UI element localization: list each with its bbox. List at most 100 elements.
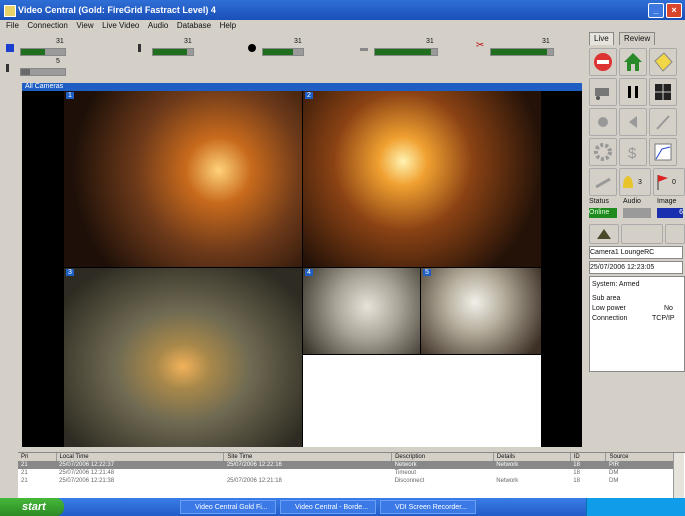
window-title: Video Central (Gold: FireGrid Fastract L…	[18, 5, 216, 15]
info-label: Sub area	[592, 295, 621, 302]
cell: Timeout	[394, 470, 417, 476]
menu-audio[interactable]: Audio	[148, 20, 168, 32]
close-button[interactable]: ×	[666, 3, 682, 18]
datetime-field: 25/07/2006 12:23:05	[589, 261, 683, 274]
menu-connection[interactable]: Connection	[27, 20, 67, 32]
table-row[interactable]: 21 25/07/2006 12:21:48 Timeout 18 DM	[18, 469, 678, 477]
camera-5-view[interactable]: 5	[421, 268, 541, 354]
menu-live-video[interactable]: Live Video	[102, 20, 139, 32]
event-scrollbar[interactable]	[673, 453, 684, 499]
task-screen-recorder[interactable]: VDI Screen Recorder...	[380, 500, 476, 514]
pause-icon[interactable]	[619, 78, 647, 106]
task-video-central-gold[interactable]: Video Central Gold Fi...	[180, 500, 276, 514]
meter-1[interactable]: 31	[6, 38, 76, 60]
minimize-button[interactable]: _	[648, 3, 664, 18]
meter-4[interactable]: 31	[248, 38, 314, 60]
cell: 25/07/2006 12:22:16	[226, 462, 282, 468]
camera-square-icon	[6, 44, 14, 52]
camera-4-view[interactable]: 4	[303, 268, 420, 354]
meter-label: 31	[426, 38, 434, 45]
home-icon[interactable]	[619, 48, 647, 76]
table-header: Pri Local Time Site Time Description Det…	[18, 453, 678, 461]
meter-label: 31	[294, 38, 302, 45]
menu-file[interactable]: File	[6, 20, 19, 32]
meter-5[interactable]: 31	[360, 38, 446, 60]
scissors-icon: ✂	[476, 40, 485, 51]
tab-review[interactable]: Review	[619, 32, 656, 45]
info-label: Connection	[592, 315, 628, 322]
tab-live[interactable]: Live	[589, 32, 614, 45]
camera-move-icon[interactable]	[589, 78, 617, 106]
gear-icon[interactable]	[589, 138, 617, 166]
bell-icon[interactable]: 3	[619, 168, 651, 196]
bar-icon	[138, 44, 141, 52]
bell-count: 3	[638, 179, 642, 186]
camera-select[interactable]: Camera1 LoungeRC	[589, 246, 683, 259]
meter-bar	[152, 48, 194, 56]
col-id[interactable]: ID	[570, 453, 607, 461]
col-description[interactable]: Description	[391, 453, 494, 461]
menu-view[interactable]: View	[76, 20, 93, 32]
meter-bar	[490, 48, 554, 56]
wand-icon[interactable]	[649, 108, 677, 136]
col-local-time[interactable]: Local Time	[56, 453, 225, 461]
meter-fill	[21, 49, 46, 55]
audio-indicator	[623, 208, 651, 218]
cell: 21	[21, 462, 28, 468]
svg-text:$: $	[628, 145, 637, 162]
start-button[interactable]: start	[0, 498, 64, 516]
col-details[interactable]: Details	[493, 453, 571, 461]
image-indicator: 6	[657, 208, 683, 218]
middle-button[interactable]	[621, 224, 663, 244]
start-label: start	[22, 501, 46, 513]
camera-1-view[interactable]: 1	[64, 91, 302, 267]
down-arrow-button[interactable]	[665, 224, 685, 244]
no-entry-icon[interactable]	[589, 48, 617, 76]
meter-bar	[262, 48, 304, 56]
meter-label: 31	[184, 38, 192, 45]
info-value: TCP/IP	[652, 315, 675, 322]
meter-label: 31	[542, 38, 550, 45]
flag-icon[interactable]: 0	[653, 168, 685, 196]
menu-help[interactable]: Help	[220, 20, 236, 32]
dollar-icon[interactable]: $	[619, 138, 647, 166]
table-row[interactable]: 21 25/07/2006 12:22:37 25/07/2006 12:22:…	[18, 461, 678, 469]
meter-label: 31	[56, 38, 64, 45]
note-icon[interactable]	[649, 48, 677, 76]
meter-6[interactable]: ✂ 31	[476, 38, 562, 60]
info-value: No	[664, 305, 673, 312]
menu-bar: File Connection View Live Video Audio Da…	[0, 20, 590, 32]
table-row[interactable]: 21 25/07/2006 12:21:38 25/07/2006 12:21:…	[18, 477, 678, 485]
camera-3-view[interactable]: 3	[64, 268, 302, 447]
col-pri[interactable]: Pri	[18, 453, 57, 461]
cell: Network	[496, 478, 519, 484]
graph-icon[interactable]	[649, 138, 677, 166]
grid-icon[interactable]	[649, 78, 677, 106]
camera-number: 5	[423, 269, 431, 276]
status-label: Status	[589, 198, 609, 205]
meter-2[interactable]: 5	[6, 58, 76, 80]
cell: 25/07/2006 12:21:38	[59, 478, 115, 484]
record-icon[interactable]	[589, 108, 617, 136]
camera-2-view[interactable]: 2	[303, 91, 541, 267]
cell: 25/07/2006 12:21:18	[226, 478, 282, 484]
meter-3[interactable]: 31	[138, 38, 204, 60]
wrench-icon[interactable]	[589, 168, 617, 196]
cell: 18	[573, 462, 580, 468]
back-icon[interactable]	[619, 108, 647, 136]
col-source[interactable]: Source	[605, 453, 678, 461]
info-label: Low power	[592, 305, 626, 312]
camera-grid: 1 2 3 4 5	[22, 91, 582, 447]
meter-fill	[21, 69, 30, 75]
cell: PIR	[608, 462, 619, 468]
flag-count: 0	[672, 179, 676, 186]
meter-label: 5	[56, 58, 60, 65]
col-site-time[interactable]: Site Time	[223, 453, 393, 461]
contrast-icon	[248, 44, 256, 52]
task-video-central-borde[interactable]: Video Central - Borde...	[280, 500, 376, 514]
up-arrow-button[interactable]	[589, 224, 619, 244]
menu-database[interactable]: Database	[177, 20, 211, 32]
cell: DM	[608, 470, 619, 476]
cell: 18	[573, 470, 580, 476]
meter-bar	[20, 68, 66, 76]
